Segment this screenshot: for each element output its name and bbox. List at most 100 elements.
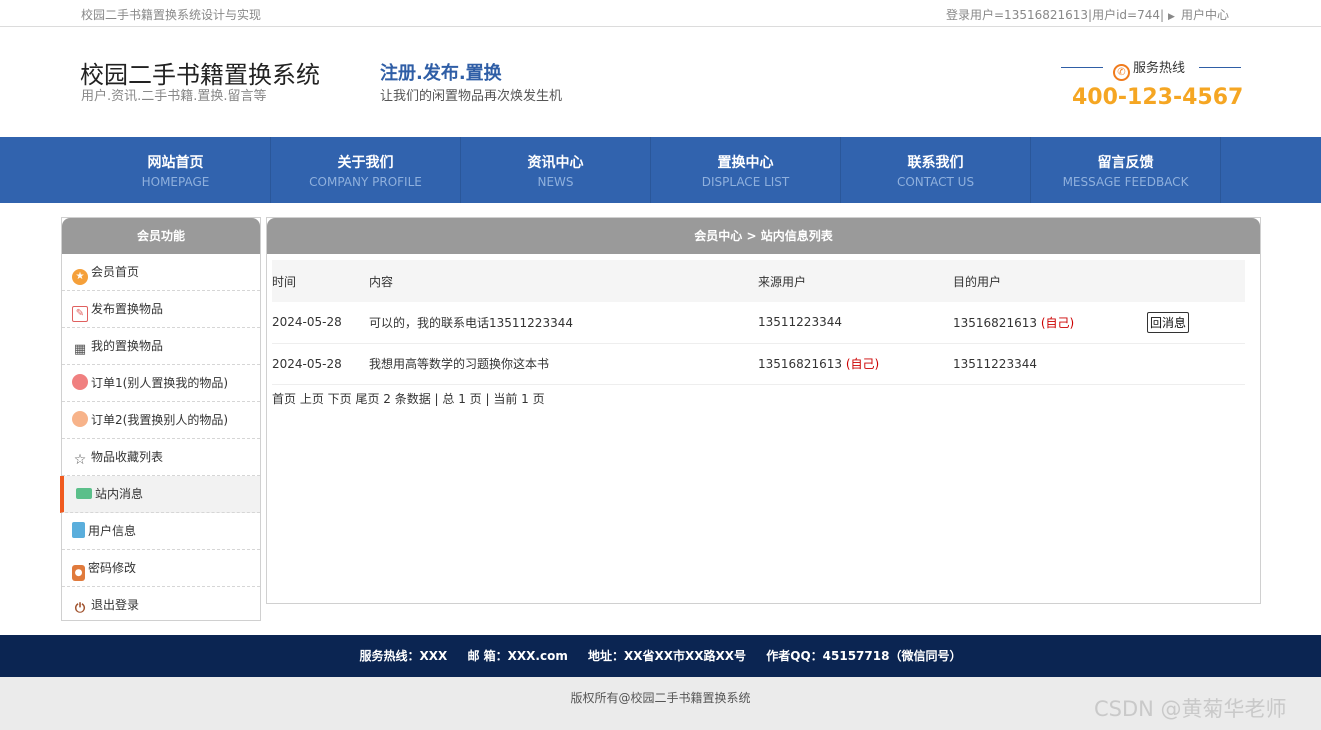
nav-item-contact[interactable]: 联系我们 CONTACT US: [841, 137, 1031, 203]
sidebar-item-label: 退出登录: [91, 598, 140, 612]
main-nav: 网站首页 HOMEPAGE 关于我们 COMPANY PROFILE 资讯中心 …: [0, 137, 1321, 203]
hotline-number: 400-123-4567: [1072, 85, 1244, 110]
nav-item-home[interactable]: 网站首页 HOMEPAGE: [81, 137, 271, 203]
nav-item-label: 留言反馈: [1097, 155, 1154, 171]
reply-button[interactable]: 回消息: [1147, 311, 1190, 333]
sidebar-item-order2[interactable]: 订单2(我置换别人的物品): [62, 402, 260, 439]
clipboard-icon: [72, 522, 85, 538]
nav-item-sublabel: MESSAGE FEEDBACK: [1062, 175, 1189, 189]
nav-item-label: 网站首页: [147, 155, 204, 171]
grid-icon: ▦: [72, 342, 88, 358]
site-subtitle: 用户.资讯.二手书籍.置换.留言等: [81, 89, 267, 104]
footer-contact: 服务热线：XXX 邮 箱：XXX.com 地址：XX省XX市XX路XX号 作者Q…: [0, 635, 1321, 677]
column-header-time: 时间: [272, 260, 369, 302]
column-header-from: 来源用户: [758, 260, 953, 302]
cell-content: 可以的，我的联系电话13511223344: [369, 302, 758, 344]
table-row: 2024-05-28 我想用高等数学的习题换你这本书 13516821613 (…: [272, 343, 1245, 385]
header: 校园二手书籍置换系统 用户.资讯.二手书籍.置换.留言等 注册.发布.置换 让我…: [0, 27, 1321, 137]
from-user: 13511223344: [758, 315, 842, 330]
user-center-link[interactable]: 用户中心: [1181, 8, 1229, 22]
nav-item-about[interactable]: 关于我们 COMPANY PROFILE: [271, 137, 461, 203]
login-info: 登录用户=13516821613|用户id=744|: [946, 8, 1165, 22]
lock-icon: ●: [72, 565, 85, 581]
nav-item-feedback[interactable]: 留言反馈 MESSAGE FEEDBACK: [1031, 137, 1221, 203]
sidebar-title: 会员功能: [62, 218, 260, 254]
sidebar-item-password[interactable]: ● 密码修改: [62, 550, 260, 587]
cell-from: 13511223344: [758, 302, 953, 344]
divider-line: [1199, 67, 1241, 68]
sidebar-item-label: 会员首页: [91, 265, 140, 279]
sidebar-item-member-home[interactable]: ★ 会员首页: [62, 254, 260, 291]
slogan-subtitle: 让我们的闲置物品再次焕发生机: [380, 89, 563, 104]
footer-hotline: 服务热线：XXX: [359, 649, 448, 663]
sidebar-item-messages[interactable]: 站内消息: [60, 476, 260, 513]
nav-item-displace[interactable]: 置换中心 DISPLACE LIST: [651, 137, 841, 203]
nav-item-label: 关于我们: [337, 155, 394, 171]
nav-item-sublabel: HOMEPAGE: [141, 175, 210, 189]
top-bar: 校园二手书籍置换系统设计与实现 登录用户=13516821613|用户id=74…: [0, 0, 1321, 27]
sidebar-item-label: 发布置换物品: [91, 302, 164, 316]
to-user: 13511223344: [953, 356, 1037, 371]
nav-item-sublabel: NEWS: [537, 175, 574, 189]
hotline-label-text: 服务热线: [1133, 61, 1186, 76]
footer-address: 地址：XX省XX市XX路XX号: [588, 649, 747, 663]
message-panel: 会员中心 > 站内信息列表 时间 内容 来源用户 目的用户 2024-05-28…: [266, 217, 1261, 604]
cell-from: 13516821613 (自己): [758, 343, 953, 385]
cell-time: 2024-05-28: [272, 302, 369, 344]
phone-icon: ✆: [1113, 64, 1130, 81]
footer-qq: 作者QQ：45157718（微信同号）: [766, 649, 962, 663]
divider-line: [1061, 67, 1103, 68]
watermark: CSDN @黄菊华老师: [1094, 697, 1287, 721]
cell-action: 回消息: [1147, 302, 1245, 344]
sidebar-item-order1[interactable]: 订单1(别人置换我的物品): [62, 365, 260, 402]
cell-to: 13516821613 (自己): [953, 302, 1147, 344]
slogan: 注册.发布.置换: [380, 63, 502, 84]
hotline-label: ✆ 服务热线: [1061, 57, 1241, 81]
login-info-bar: 登录用户=13516821613|用户id=744| ▶ 用户中心: [946, 6, 1229, 23]
order-icon: [72, 411, 88, 427]
message-table: 时间 内容 来源用户 目的用户 2024-05-28 可以的，我的联系电话135…: [272, 260, 1245, 385]
nav-item-sublabel: CONTACT US: [896, 175, 975, 189]
star-outline-icon: ☆: [72, 452, 88, 468]
site-caption: 校园二手书籍置换系统设计与实现: [81, 8, 262, 22]
column-header-to: 目的用户: [953, 260, 1147, 302]
sidebar-item-label: 物品收藏列表: [91, 450, 164, 464]
cell-time: 2024-05-28: [272, 343, 369, 385]
table-header-row: 时间 内容 来源用户 目的用户: [272, 260, 1245, 302]
pagination[interactable]: 首页 上页 下页 尾页 2 条数据 | 总 1 页 | 当前 1 页: [272, 390, 545, 407]
to-user: 13516821613: [953, 315, 1037, 330]
nav-item-sublabel: DISPLACE LIST: [701, 175, 790, 189]
member-sidebar: 会员功能 ★ 会员首页 ✎ 发布置换物品 ▦ 我的置换物品 订单1(别人置换我的物品)…: [60, 217, 261, 624]
nav-item-label: 联系我们: [907, 155, 964, 171]
nav-item-news[interactable]: 资讯中心 NEWS: [461, 137, 651, 203]
star-badge-icon: ★: [72, 269, 88, 285]
cell-to: 13511223344: [953, 343, 1147, 385]
sidebar-item-label: 订单2(我置换别人的物品): [91, 413, 228, 427]
sidebar-item-label: 密码修改: [88, 561, 137, 575]
power-icon: ⏻: [72, 601, 88, 617]
card-icon: [76, 488, 92, 499]
column-header-content: 内容: [369, 260, 758, 302]
sidebar-item-user-info[interactable]: 用户信息: [62, 513, 260, 550]
column-header-action: [1147, 260, 1245, 302]
nav-item-sublabel: COMPANY PROFILE: [309, 175, 422, 189]
footer-email: 邮 箱：XXX.com: [467, 649, 568, 663]
nav-item-label: 置换中心: [717, 155, 774, 171]
sidebar-item-label: 用户信息: [88, 524, 137, 538]
sidebar-item-publish[interactable]: ✎ 发布置换物品: [62, 291, 260, 328]
sidebar-item-my-items[interactable]: ▦ 我的置换物品: [62, 328, 260, 365]
chevron-right-icon: ▶: [1168, 12, 1175, 22]
cell-action: [1147, 343, 1245, 385]
from-user: 13516821613: [758, 357, 842, 371]
sidebar-item-logout[interactable]: ⏻ 退出登录: [62, 587, 260, 624]
cell-content: 我想用高等数学的习题换你这本书: [369, 343, 758, 385]
self-tag: (自己): [1040, 315, 1075, 330]
order-icon: [72, 374, 88, 390]
sidebar-item-label: 订单1(别人置换我的物品): [91, 376, 228, 390]
panel-title: 会员中心 > 站内信息列表: [267, 218, 1260, 254]
edit-icon: ✎: [72, 306, 88, 322]
table-row: 2024-05-28 可以的，我的联系电话13511223344 1351122…: [272, 302, 1245, 344]
sidebar-item-label: 站内消息: [95, 487, 144, 501]
sidebar-item-favorites[interactable]: ☆ 物品收藏列表: [62, 439, 260, 476]
nav-item-label: 资讯中心: [527, 155, 584, 171]
